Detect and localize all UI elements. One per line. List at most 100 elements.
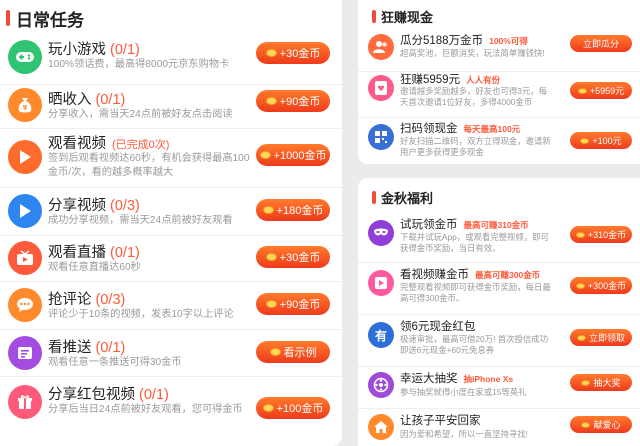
coin-icon <box>581 379 591 386</box>
task-title: 扫码领现金 <box>400 123 458 135</box>
task-description: 因为爱和希望，所以一直坚持寻找! <box>400 429 528 439</box>
divider <box>0 281 342 282</box>
lottery-wheel-icon <box>368 372 394 398</box>
task-description: 分享后当日24点前被好友观看，您可得金币 <box>48 404 243 415</box>
task-tag: 100%可得 <box>489 36 528 46</box>
section-accent-bar <box>372 9 376 23</box>
cash-row-earn-5959[interactable]: 狂赚5959元 人人有份 邀请越多奖励越多，好友也可得3元，每天首次邀请1位好友，… <box>358 71 640 117</box>
task-title: 观看直播 <box>48 245 106 261</box>
divider <box>358 117 640 118</box>
button-label: +310金币 <box>587 230 627 240</box>
task-title: 观看视频 <box>48 136 106 152</box>
task-description: 100%领话费，最高得8000元京东购物卡 <box>48 59 230 70</box>
claim-coins-button[interactable]: +90金币 <box>256 90 330 112</box>
play-icon <box>8 194 42 228</box>
task-title-line: 观看视频 (已完成0次) <box>48 132 169 153</box>
task-row-share-red-packet-video[interactable]: 分享红包视频 (0/1) 分享后当日24点前被好友观看，您可得金币 +100金币 <box>0 383 342 439</box>
home-icon <box>368 414 394 440</box>
task-tag: 抽iPhone Xs <box>463 374 514 384</box>
divider <box>0 329 342 330</box>
task-title-line: 晒收入 (0/1) <box>48 88 125 109</box>
task-row-share-income[interactable]: ¥ 晒收入 (0/1) 分享收入，需当天24点前被好友点击阅读 +90金币 <box>0 88 342 130</box>
task-tag: 最高可赚300金币 <box>475 270 541 280</box>
task-title-line: 试玩领金币 最高可赚310金币 <box>400 216 529 232</box>
cash-row-split-coins[interactable]: 瓜分5188万金币 100%可得 超高奖池，巨额消奖，玩法简单赚钱快! 立即瓜分 <box>358 32 640 70</box>
claim-coins-button[interactable]: +100金币 <box>256 397 330 419</box>
claim-coins-button[interactable]: +1000金币 <box>256 144 330 166</box>
task-row-share-video[interactable]: 分享视频 (0/3) 成功分享视频，需当天24点前被好友观看 +180金币 <box>0 194 342 234</box>
claim-coins-button[interactable]: +300金币 <box>570 277 632 294</box>
button-label: +100元 <box>592 136 622 146</box>
coin-icon <box>575 231 585 238</box>
autumn-row-lucky-draw[interactable]: 幸运大抽奖 抽iPhone Xs 参与抽奖就得小度在家或15等英礼 抽大奖 <box>358 370 640 406</box>
task-row-grab-comments[interactable]: 抢评论 (0/3) 评论少于10条的视频，发表10字以上评论 +90金币 <box>0 288 342 328</box>
button-label: +30金币 <box>279 252 321 264</box>
comment-icon <box>8 288 42 322</box>
claim-coins-button[interactable]: +180金币 <box>256 199 330 221</box>
divider <box>358 408 640 409</box>
coin-icon <box>262 206 274 214</box>
view-example-button[interactable]: 看示例 <box>256 341 330 363</box>
claim-coins-button[interactable]: +30金币 <box>256 246 330 268</box>
section-accent-bar <box>372 190 376 204</box>
task-title: 瓜分5188万金币 <box>400 35 484 47</box>
you-logo-icon: 有 <box>368 322 394 348</box>
lucky-draw-button[interactable]: 抽大奖 <box>570 374 632 391</box>
task-description: 邀请越多奖励越多，好友也可得3元，每天首次邀请1位好友，多得4000金币 <box>400 86 548 108</box>
task-title: 玩小游戏 <box>48 42 106 58</box>
coin-icon <box>577 87 587 94</box>
task-title: 狂赚5959元 <box>400 74 461 86</box>
task-row-play-games[interactable]: 玩小游戏 (0/1) 100%领话费，最高得8000元京东购物卡 +30金币 <box>0 38 342 84</box>
button-label: +90金币 <box>279 96 321 108</box>
task-description: 成功分享视频，需当天24点前被好友观看 <box>48 215 233 226</box>
coin-icon <box>265 253 277 261</box>
divider <box>358 366 640 367</box>
divider <box>0 128 342 129</box>
task-title: 试玩领金币 <box>400 219 458 231</box>
task-title: 分享红包视频 <box>48 387 135 403</box>
divider <box>358 314 640 315</box>
task-progress: (0/1) <box>110 245 140 261</box>
divider <box>0 84 342 85</box>
coin-icon <box>576 334 586 341</box>
autumn-row-watch-video[interactable]: 看视频赚金币 最高可赚300金币 完整观看视频即可获得金币奖励，每日最高可得300… <box>358 266 640 310</box>
task-title-line: 玩小游戏 (0/1) <box>48 38 140 59</box>
earn-cash-title: 狂赚现金 <box>381 9 434 25</box>
task-title-line: 瓜分5188万金币 100%可得 <box>400 32 528 48</box>
task-title: 让孩子平安回家 <box>400 415 481 427</box>
button-label: +180金币 <box>276 205 324 217</box>
claim-coins-button[interactable]: +310金币 <box>570 226 632 243</box>
task-tag: 人人有份 <box>466 75 501 85</box>
task-row-view-push[interactable]: 看推送 (0/1) 观看任意一条推送可得30金币 看示例 <box>0 336 342 376</box>
task-progress: (0/1) <box>95 92 126 108</box>
people-icon <box>368 34 394 60</box>
claim-coins-button[interactable]: +90金币 <box>256 293 330 315</box>
autumn-row-bring-children-home[interactable]: 让孩子平安回家 因为爱和希望，所以一直坚持寻找! 献爱心 <box>358 412 640 446</box>
claim-coins-button[interactable]: +30金币 <box>256 42 330 64</box>
task-description: 极速审批，最高可借20万! 首次授信成功即送6元现金+60元免息券 <box>400 334 548 356</box>
coin-icon <box>269 348 281 356</box>
task-description: 分享收入，需当天24点前被好友点击阅读 <box>48 109 233 120</box>
task-progress: (0/1) <box>110 42 140 58</box>
autumn-row-cash-red-packet[interactable]: 有 领6元现金红包 极速审批，最高可借20万! 首次授信成功即送6元现金+60元… <box>358 318 640 362</box>
split-now-button[interactable]: 立即瓜分 <box>570 35 632 52</box>
section-accent-bar <box>6 10 10 26</box>
coin-icon <box>265 300 277 308</box>
task-title-line: 抢评论 (0/3) <box>48 288 125 309</box>
cash-row-scan-code[interactable]: 扫码领现金 每天最高100元 好友扫描二维码，双方立得现金，邀请新用户更多获得更多… <box>358 120 640 164</box>
earn-cash-button[interactable]: +100元 <box>570 132 632 149</box>
coin-icon <box>581 421 591 428</box>
task-row-watch-video[interactable]: 观看视频 (已完成0次) 签到后观看视频达60秒，有机会获得最高100金币/次，看… <box>0 132 342 188</box>
task-description: 签到后观看视频达60秒，有机会获得最高100金币/次，看的越多概率越大 <box>48 153 250 178</box>
donate-love-button[interactable]: 献爱心 <box>570 416 632 433</box>
earn-cash-button[interactable]: +5959元 <box>570 82 632 99</box>
coin-icon <box>575 282 585 289</box>
button-label: 看示例 <box>283 347 317 359</box>
task-description: 下载并试玩App，或观看完整视频，即可获得金币奖励，当日有效。 <box>400 232 549 254</box>
task-row-watch-live[interactable]: 观看直播 (0/1) 观看任意直播达60秒 +30金币 <box>0 241 342 281</box>
claim-now-button[interactable]: 立即领取 <box>570 329 632 346</box>
button-label: +100金币 <box>276 403 324 415</box>
coin-icon <box>259 151 271 159</box>
task-title-line: 幸运大抽奖 抽iPhone Xs <box>400 370 513 386</box>
autumn-row-trial-coins[interactable]: 试玩领金币 最高可赚310金币 下载并试玩App，或观看完整视频，即可获得金币奖励… <box>358 216 640 260</box>
